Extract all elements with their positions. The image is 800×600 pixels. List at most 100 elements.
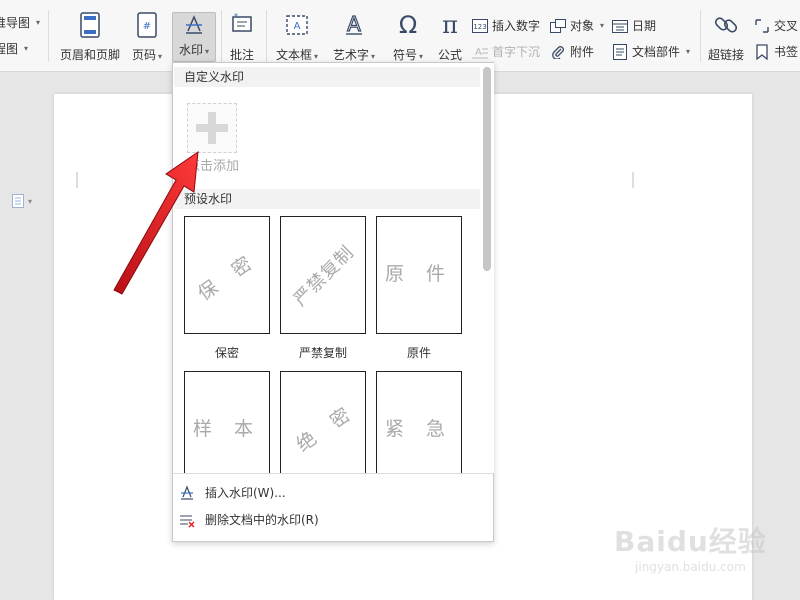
cross-reference-button[interactable]: 交叉: [754, 17, 798, 34]
object-label: 对象: [570, 19, 595, 33]
dropcap-icon: A: [472, 44, 488, 60]
bookmark-button[interactable]: 书签: [754, 43, 798, 60]
preset-watermark-text: 样 本: [192, 418, 262, 440]
insert-watermark-label: 插入水印(W)...: [205, 486, 286, 500]
preset-watermark-text: 紧 急: [384, 418, 454, 440]
calendar-icon: [612, 18, 628, 34]
wordart-label: 艺术字: [333, 48, 370, 62]
scrollbar-thumb[interactable]: [483, 67, 491, 271]
delete-watermark-icon: [180, 515, 195, 527]
svg-text:123: 123: [473, 23, 486, 31]
header-footer-label: 页眉和页脚: [60, 48, 121, 62]
watermark-icon: [181, 484, 193, 500]
ribbon-separator: [700, 10, 701, 62]
comment-icon: *: [230, 10, 254, 40]
watermark-dropdown: 自定义水印 点击添加 预设水印 保 密 保密 严禁复制 严禁复制 原 件 原件 …: [172, 62, 494, 542]
object-button[interactable]: 对象 ▾: [550, 17, 604, 34]
ribbon-item-label: 推导图: [0, 16, 31, 30]
date-button[interactable]: 日期: [612, 17, 656, 34]
formula-button[interactable]: π 公式: [438, 10, 462, 63]
link-icon: [713, 10, 739, 40]
bookmark-icon: [754, 43, 770, 60]
document-parts-icon: [612, 43, 628, 60]
cross-reference-icon: [754, 18, 770, 34]
svg-text:*: *: [234, 13, 238, 21]
header-footer-button[interactable]: 页眉和页脚: [60, 10, 120, 63]
custom-watermark-header: 自定义水印: [174, 67, 480, 87]
delete-watermark-item[interactable]: 删除文档中的水印(R): [179, 511, 319, 528]
preset-watermark-tile[interactable]: 原 件: [376, 216, 462, 334]
watermark-label: 水印: [178, 43, 203, 57]
preset-watermark-label: 原件: [406, 346, 431, 360]
page-number-button[interactable]: # 页码 ▾: [132, 10, 162, 63]
margin-corner-top-left: [76, 172, 78, 188]
preset-watermark-tile[interactable]: 样 本: [184, 371, 270, 473]
preset-watermark-text: 绝 密: [292, 399, 361, 457]
hyperlink-button[interactable]: 超链接: [708, 10, 744, 63]
ribbon-separator: [48, 10, 49, 62]
omega-icon: Ω: [398, 11, 418, 39]
chevron-down-icon: ▾: [600, 21, 605, 30]
preset-watermark-label: 保密: [214, 346, 239, 360]
ribbon-separator: [266, 10, 267, 62]
svg-text:#: #: [143, 21, 151, 32]
hyperlink-label: 超链接: [708, 48, 745, 62]
brand-watermark: Baidu经验 jingyan.baidu.com: [614, 520, 767, 574]
header-footer-icon: [80, 10, 100, 40]
insert-watermark-item[interactable]: 插入水印(W)...: [179, 484, 286, 501]
watermark-panel-footer: 插入水印(W)... 删除文档中的水印(R): [173, 473, 493, 541]
chevron-down-icon: ▾: [28, 196, 33, 206]
wordart-button[interactable]: A 艺术字 ▾: [333, 10, 375, 63]
annotation-arrow: [113, 150, 199, 295]
textbox-icon: A: [285, 10, 309, 40]
symbol-label: 符号: [393, 48, 418, 62]
textbox-button[interactable]: A 文本框 ▾: [276, 10, 318, 63]
ribbon-separator: [221, 10, 222, 62]
formula-label: 公式: [438, 48, 463, 62]
chevron-down-icon: ▾: [36, 18, 41, 27]
chevron-down-icon: ▾: [24, 44, 29, 53]
symbol-button[interactable]: Ω 符号 ▾: [393, 10, 423, 63]
preset-watermark-tile[interactable]: 严禁复制: [280, 216, 366, 334]
comment-label: 批注: [230, 48, 255, 62]
watermark-icon: [183, 13, 205, 37]
chevron-down-icon: ▾: [419, 52, 424, 61]
attachment-label: 附件: [570, 45, 595, 59]
cross-ref-label: 交叉: [774, 19, 799, 33]
ribbon-item-flowchart[interactable]: 推导图 ▾: [0, 14, 40, 31]
preset-watermark-tile[interactable]: 紧 急: [376, 371, 462, 473]
svg-text:A: A: [347, 13, 361, 36]
number-icon: 123: [472, 18, 488, 34]
insert-number-button[interactable]: 123 插入数字: [472, 17, 540, 34]
comment-button[interactable]: * 批注: [230, 10, 254, 63]
bookmark-label: 书签: [774, 45, 799, 59]
brand-url: jingyan.baidu.com: [635, 560, 746, 574]
brand-logo: Baidu经验: [614, 525, 767, 558]
chevron-down-icon: ▾: [205, 47, 210, 56]
ribbon-item-mindmap[interactable]: 程图 ▾: [0, 40, 28, 57]
chevron-down-icon: ▾: [314, 52, 319, 61]
pi-icon: π: [442, 11, 458, 39]
preset-watermark-text: 严禁复制: [289, 241, 359, 311]
preset-watermark-tile[interactable]: 绝 密: [280, 371, 366, 473]
page-number-label: 页码: [132, 48, 157, 62]
preset-watermark-header: 预设水印: [174, 189, 480, 209]
chevron-down-icon: ▾: [371, 52, 376, 61]
preset-watermark-label: 严禁复制: [298, 346, 347, 360]
svg-text:A: A: [294, 21, 301, 32]
margin-corner-top-right: [632, 172, 634, 188]
insert-number-label: 插入数字: [492, 19, 541, 33]
dropcap-label: 首字下沉: [492, 45, 541, 59]
paperclip-icon: [550, 44, 566, 60]
ribbon-item-label: 程图: [0, 42, 19, 56]
watermark-button[interactable]: 水印 ▾: [172, 12, 216, 62]
chevron-down-icon: ▾: [158, 52, 163, 61]
attachment-button[interactable]: 附件: [550, 43, 594, 60]
doc-parts-label: 文档部件: [632, 45, 681, 59]
object-icon: [550, 18, 566, 34]
paragraph-layout-icon[interactable]: ▾: [12, 194, 32, 208]
date-label: 日期: [632, 19, 657, 33]
dropcap-button[interactable]: A 首字下沉: [472, 43, 540, 60]
doc-parts-button[interactable]: 文档部件 ▾: [612, 43, 690, 60]
chevron-down-icon: ▾: [686, 47, 691, 56]
